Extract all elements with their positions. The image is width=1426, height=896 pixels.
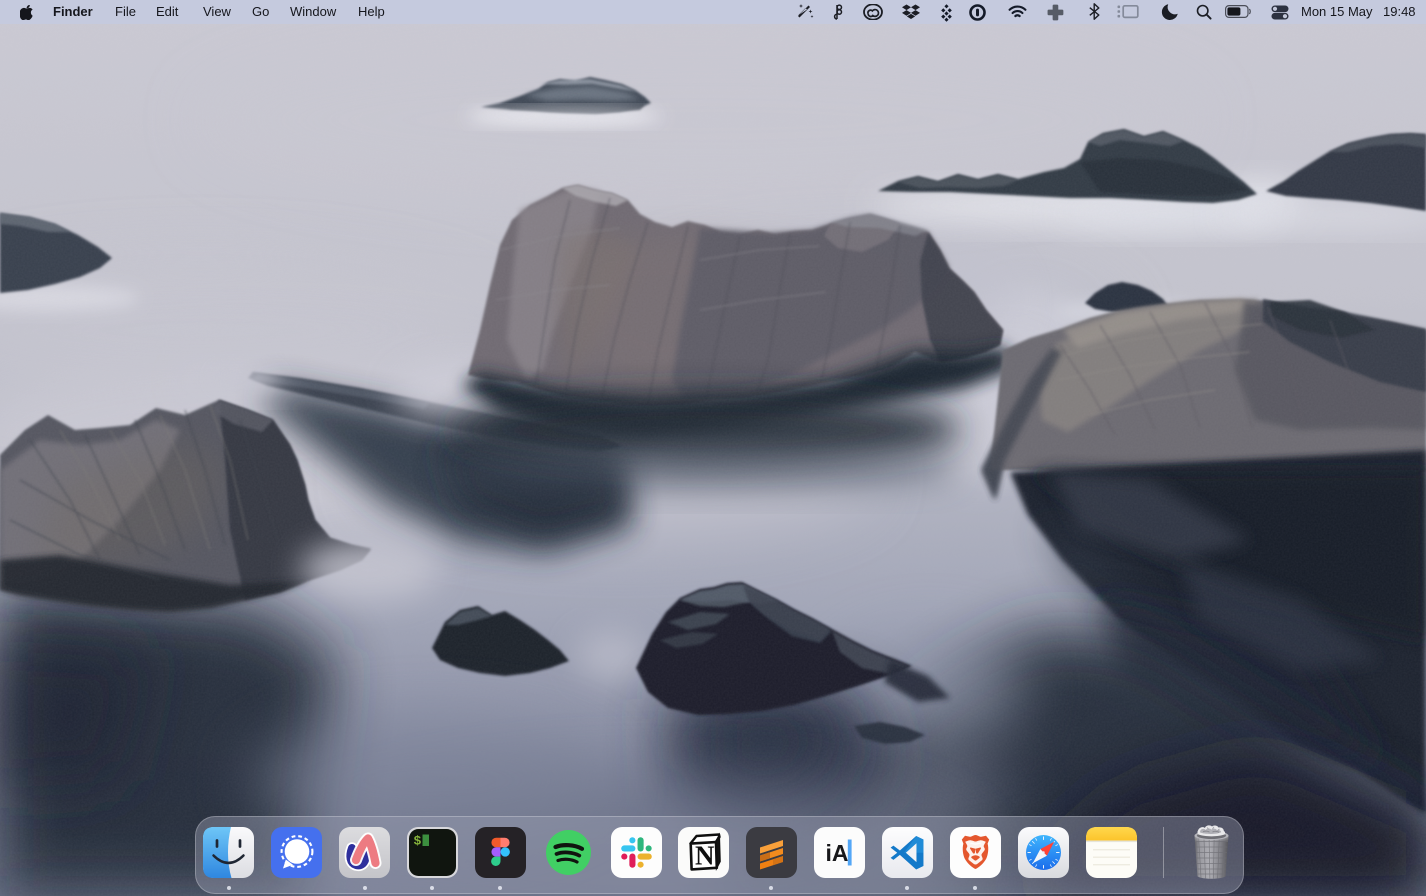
svg-text:$: $ <box>414 834 422 849</box>
svg-text:iA: iA <box>826 840 849 866</box>
svg-text:N: N <box>695 841 715 871</box>
